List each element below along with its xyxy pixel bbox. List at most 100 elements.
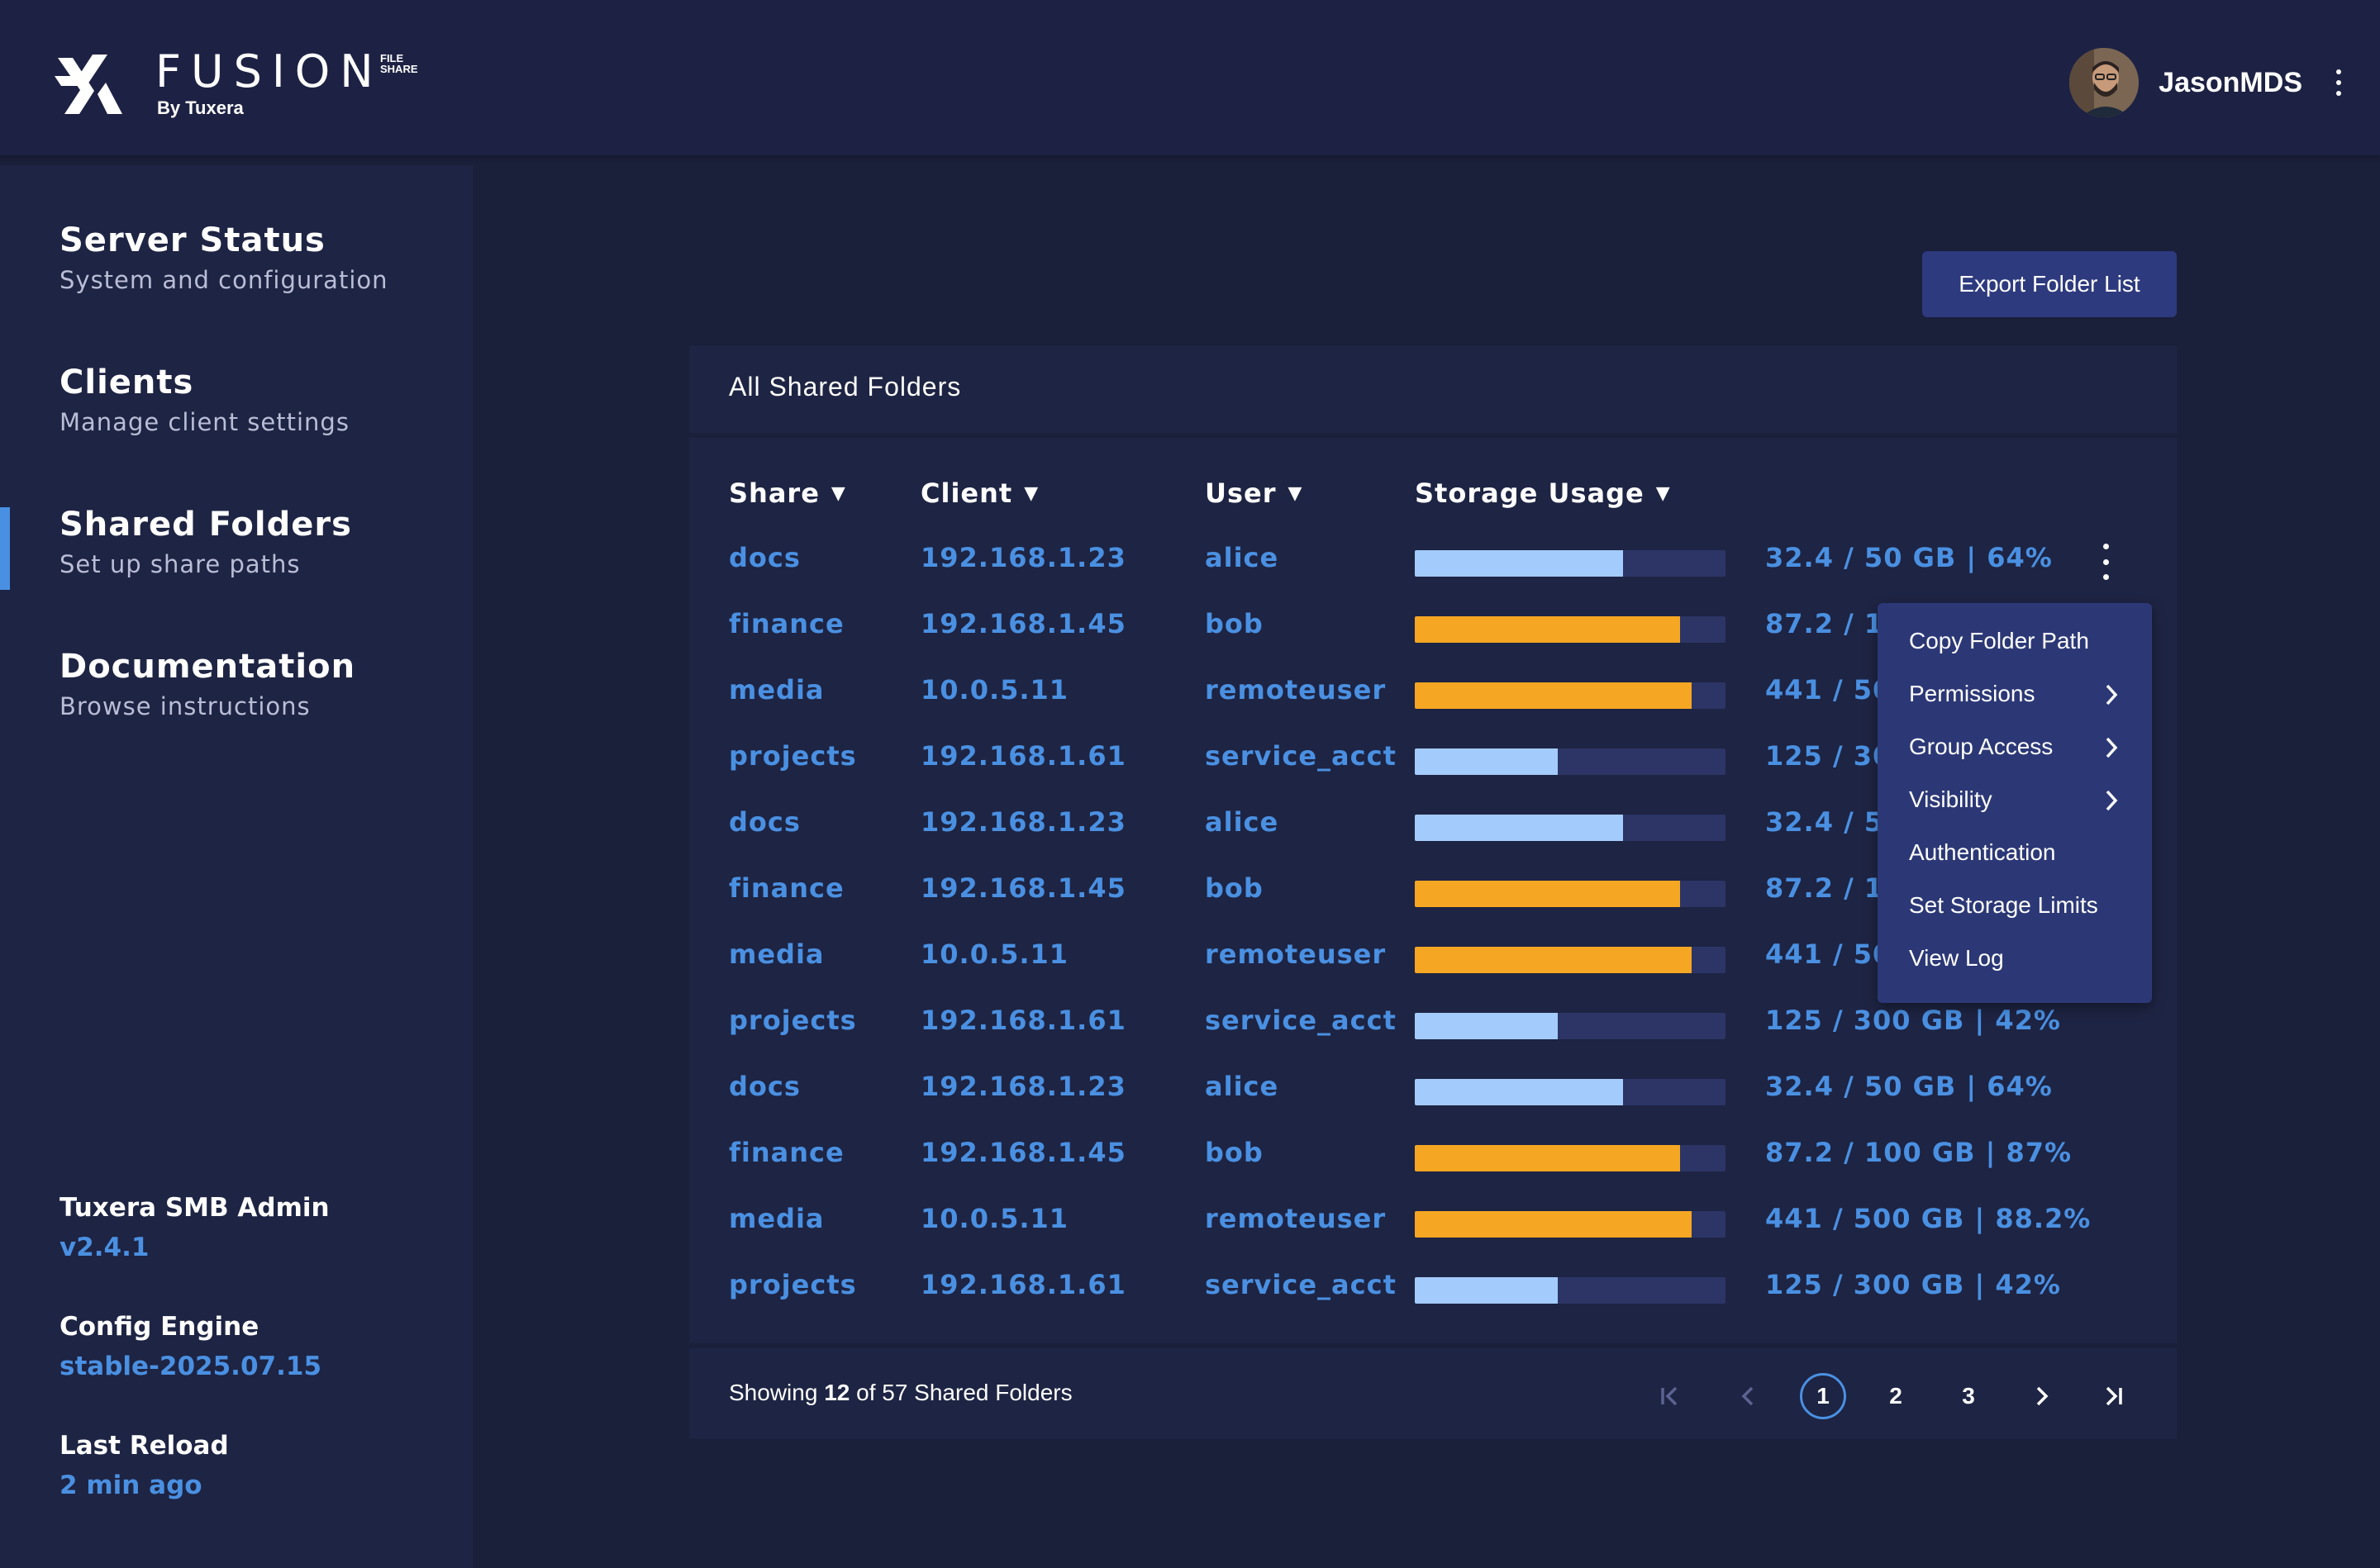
user-link[interactable]: remoteuser <box>1205 1203 1386 1234</box>
table-footer: Showing 12 of 57 Shared Folders 1 2 3 <box>689 1348 2177 1439</box>
share-name-link[interactable]: finance <box>729 872 845 904</box>
user-link[interactable]: bob <box>1205 608 1264 639</box>
client-ip-link[interactable]: 192.168.1.23 <box>921 1071 1126 1102</box>
sidebar-item-documentation[interactable]: Documentation Browse instructions <box>60 646 355 722</box>
page-button-1[interactable]: 1 <box>1800 1373 1846 1419</box>
menu-item-view-log[interactable]: View Log <box>1909 945 2004 972</box>
storage-usage-bar <box>1415 1211 1726 1238</box>
client-ip-link[interactable]: 192.168.1.61 <box>921 740 1126 772</box>
table-row[interactable]: finance 192.168.1.45 bob 87.2 / 100 GB | 87… <box>689 1122 2177 1188</box>
sidebar-item-title: Clients <box>60 363 194 402</box>
table-row[interactable]: projects 192.168.1.61 service_acct 125 / 30… <box>689 1254 2177 1320</box>
sidebar-item-clients[interactable]: Clients Manage client settings <box>60 362 350 438</box>
user-link[interactable]: service_acct <box>1205 1005 1397 1036</box>
user-link[interactable]: remoteuser <box>1205 674 1386 706</box>
client-ip-link[interactable]: 192.168.1.61 <box>921 1269 1126 1300</box>
user-link[interactable]: remoteuser <box>1205 938 1386 970</box>
sidebar-item-subtitle: Set up share paths <box>60 550 301 578</box>
storage-usage-text[interactable]: 125 / 300 GB | 42% <box>1765 1005 2061 1036</box>
page-button-3[interactable]: 3 <box>1945 1373 1992 1419</box>
sidebar-item-server-status[interactable]: Server Status System and configuration <box>60 220 388 296</box>
user-link[interactable]: bob <box>1205 872 1264 904</box>
first-page-icon <box>1661 1386 1678 1406</box>
user-link[interactable]: alice <box>1205 1071 1278 1102</box>
avatar[interactable] <box>2069 48 2140 117</box>
menu-item-group-access[interactable]: Group Access <box>1909 734 2053 760</box>
user-link[interactable]: service_acct <box>1205 1269 1397 1300</box>
storage-usage-fill <box>1415 1079 1623 1105</box>
storage-usage-text[interactable]: 125 / 300 GB | 42% <box>1765 1269 2061 1300</box>
share-name-link[interactable]: finance <box>729 1137 845 1168</box>
menu-item-visibility[interactable]: Visibility <box>1909 786 1992 813</box>
share-name-link[interactable]: docs <box>729 806 801 838</box>
last-page-button[interactable] <box>2097 1373 2130 1419</box>
sidebar-item-subtitle: Manage client settings <box>60 408 350 436</box>
share-name-link[interactable]: finance <box>729 608 845 639</box>
chevron-left-icon <box>1741 1386 1754 1406</box>
column-header-user[interactable]: User ▼ <box>1205 478 1302 509</box>
table-row[interactable]: media 10.0.5.11 remoteuser 441 / 500 GB | 8… <box>689 1188 2177 1254</box>
page-number: 1 <box>1800 1373 1846 1419</box>
active-indicator <box>0 507 10 590</box>
sidebar-item-subtitle: System and configuration <box>60 266 388 294</box>
table-row[interactable]: docs 192.168.1.23 alice 32.4 / 50 GB | 64% <box>689 1056 2177 1122</box>
client-ip-link[interactable]: 192.168.1.45 <box>921 608 1126 639</box>
menu-item-set-storage-limits[interactable]: Set Storage Limits <box>1909 892 2098 919</box>
showing-suffix: of 57 Shared Folders <box>856 1380 1073 1405</box>
storage-usage-fill <box>1415 1277 1558 1304</box>
export-folder-list-button[interactable]: Export Folder List <box>1922 251 2177 317</box>
client-ip-link[interactable]: 10.0.5.11 <box>921 1203 1069 1234</box>
share-name-link[interactable]: media <box>729 674 825 706</box>
client-ip-link[interactable]: 10.0.5.11 <box>921 938 1069 970</box>
user-link[interactable]: alice <box>1205 806 1278 838</box>
page-button-2[interactable]: 2 <box>1873 1373 1919 1419</box>
more-vertical-icon[interactable] <box>2330 66 2347 99</box>
showing-prefix: Showing <box>729 1380 818 1405</box>
column-header-label: Storage Usage <box>1415 478 1645 509</box>
client-ip-link[interactable]: 10.0.5.11 <box>921 674 1069 706</box>
meta-value: 2 min ago <box>60 1471 202 1500</box>
meta-label: Tuxera SMB Admin <box>60 1193 330 1223</box>
meta-label: Last Reload <box>60 1431 229 1461</box>
client-ip-link[interactable]: 192.168.1.61 <box>921 1005 1126 1036</box>
menu-item-copy-folder-path[interactable]: Copy Folder Path <box>1909 628 2089 654</box>
first-page-button[interactable] <box>1653 1373 1686 1419</box>
share-name-link[interactable]: docs <box>729 542 801 573</box>
table-row[interactable]: docs 192.168.1.23 alice 32.4 / 50 GB | 64% <box>689 527 2177 593</box>
fusion-logo[interactable]: FUSION FILE SHARE By Tuxera <box>55 48 435 122</box>
client-ip-link[interactable]: 192.168.1.45 <box>921 1137 1126 1168</box>
column-header-share[interactable]: Share ▼ <box>729 478 846 509</box>
storage-usage-bar <box>1415 1277 1726 1304</box>
share-name-link[interactable]: projects <box>729 1005 857 1036</box>
fusion-logo-icon <box>55 55 122 114</box>
user-link[interactable]: alice <box>1205 542 1278 573</box>
storage-usage-text[interactable]: 441 / 500 GB | 88.2% <box>1765 1203 2091 1234</box>
menu-item-authentication[interactable]: Authentication <box>1909 839 2055 866</box>
row-more-vertical-icon[interactable] <box>2099 544 2112 580</box>
share-name-link[interactable]: media <box>729 1203 825 1234</box>
column-header-storage-usage[interactable]: Storage Usage ▼ <box>1415 478 1671 509</box>
prev-page-button[interactable] <box>1732 1373 1765 1419</box>
storage-usage-bar <box>1415 1079 1726 1105</box>
client-ip-link[interactable]: 192.168.1.45 <box>921 872 1126 904</box>
share-name-link[interactable]: projects <box>729 740 857 772</box>
meta-value: stable-2025.07.15 <box>60 1352 322 1381</box>
share-name-link[interactable]: docs <box>729 1071 801 1102</box>
next-page-button[interactable] <box>2025 1373 2058 1419</box>
column-header-client[interactable]: Client ▼ <box>921 478 1039 509</box>
share-name-link[interactable]: projects <box>729 1269 857 1300</box>
storage-usage-text[interactable]: 87.2 / 100 GB | 87% <box>1765 1137 2072 1168</box>
storage-usage-text[interactable]: 32.4 / 50 GB | 64% <box>1765 542 2053 573</box>
share-name-link[interactable]: media <box>729 938 825 970</box>
sidebar-item-shared-folders[interactable]: Shared Folders Set up share paths <box>60 504 352 580</box>
sidebar-item-title: Documentation <box>60 648 356 686</box>
storage-usage-bar <box>1415 550 1726 577</box>
username[interactable]: JasonMDS <box>2159 67 2302 99</box>
logo-wordmark: FUSION <box>155 45 383 97</box>
client-ip-link[interactable]: 192.168.1.23 <box>921 542 1126 573</box>
menu-item-permissions[interactable]: Permissions <box>1909 681 2035 707</box>
storage-usage-text[interactable]: 32.4 / 50 GB | 64% <box>1765 1071 2053 1102</box>
client-ip-link[interactable]: 192.168.1.23 <box>921 806 1126 838</box>
user-link[interactable]: bob <box>1205 1137 1264 1168</box>
user-link[interactable]: service_acct <box>1205 740 1397 772</box>
